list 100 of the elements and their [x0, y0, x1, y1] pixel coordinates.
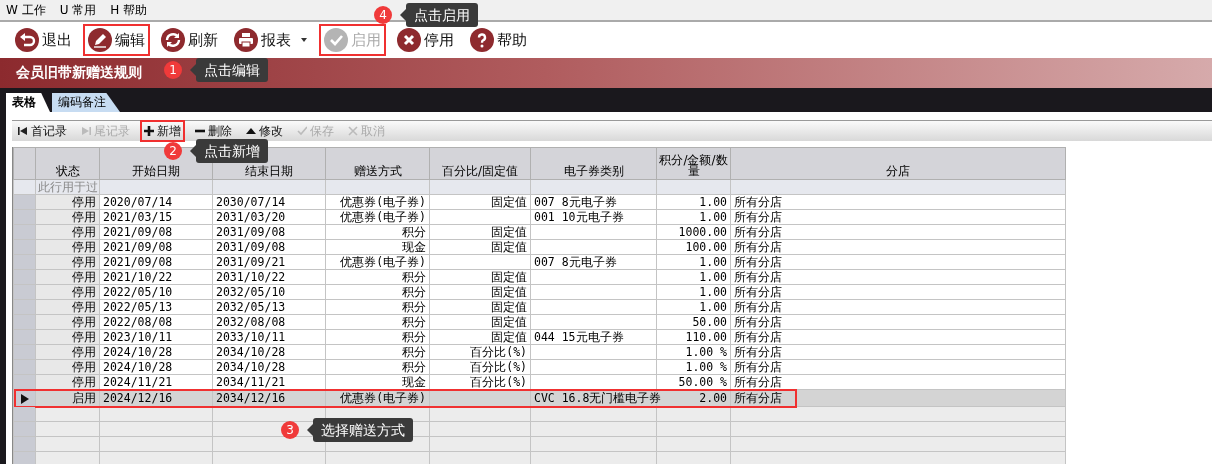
table-cell: 2032/05/10	[212, 284, 326, 300]
table-cell: 积分	[325, 329, 430, 345]
table-row[interactable]: 停用 2024/10/28 2034/10/28 积分 百分比(%) 1.00 % 所有分店	[13, 359, 1066, 375]
tooltip: 点击启用	[400, 3, 478, 27]
table-cell: 固定值	[429, 224, 531, 240]
table-cell: 50.00	[656, 314, 731, 330]
table-cell: 2030/07/14	[212, 194, 326, 210]
table-row[interactable]: 停用 2023/10/11 2033/10/11 积分 固定值 044 15元电子券 110.00 所有分店	[13, 329, 1066, 345]
table-row[interactable]: 停用 2021/09/08 2031/09/08 现金 固定值 100.00 所有分店	[13, 239, 1066, 255]
plus-icon	[144, 126, 154, 136]
table-cell: 所有分店	[730, 344, 1066, 360]
table-cell: 固定值	[429, 239, 531, 255]
table-cell: 1.00	[656, 254, 731, 270]
grid-toolbar-button[interactable]: 删除	[191, 120, 236, 142]
table-cell: 007 8元电子券	[530, 194, 657, 210]
table-cell: 所有分店	[730, 224, 1066, 240]
current-row-icon	[20, 394, 29, 404]
table-cell: 2021/10/22	[99, 269, 213, 285]
table-row[interactable]: 停用 2021/10/22 2031/10/22 积分 固定值 1.00 所有分店	[13, 269, 1066, 285]
column-header[interactable]: 百分比/固定值	[429, 147, 531, 180]
table-cell: 2023/10/11	[99, 329, 213, 345]
table-cell: 2024/10/28	[99, 344, 213, 360]
table-cell: 2022/05/10	[99, 284, 213, 300]
table-cell: 2022/08/08	[99, 314, 213, 330]
table-cell: 优惠券(电子券)	[325, 209, 430, 225]
menu-item[interactable]: U 常用	[59, 1, 97, 19]
column-header[interactable]: 状态	[35, 147, 100, 180]
table-cell: 积分	[325, 299, 430, 315]
tab[interactable]: 表格	[6, 93, 50, 112]
table-cell: 2020/07/14	[99, 194, 213, 210]
table-cell: 2031/09/21	[212, 254, 326, 270]
pencil-icon	[88, 28, 112, 52]
table-cell: 积分	[325, 344, 430, 360]
tab[interactable]: 编码备注	[52, 93, 120, 112]
toolbar-button[interactable]: 编辑	[83, 24, 150, 56]
table-cell: 所有分店	[730, 209, 1066, 225]
table-cell: 固定值	[429, 299, 531, 315]
table-cell: 固定值	[429, 269, 531, 285]
table-cell: 2032/05/13	[212, 299, 326, 315]
table-cell: 2031/03/20	[212, 209, 326, 225]
table-cell: 固定值	[429, 314, 531, 330]
table-cell: 所有分店	[730, 269, 1066, 285]
toolbar-button[interactable]: 报表	[229, 24, 313, 56]
check-icon	[324, 28, 348, 52]
column-header[interactable]: 赠送方式	[325, 147, 430, 180]
table-cell: 所有分店	[730, 299, 1066, 315]
menu-item[interactable]: W 工作	[6, 1, 46, 19]
table-cell: 1.00	[656, 209, 731, 225]
table-row[interactable]: 停用 2021/09/08 2031/09/08 积分 固定值 1000.00 所有分店	[13, 224, 1066, 240]
table-row[interactable]: 停用 2021/03/15 2031/03/20 优惠券(电子券) 001 10元电子券 1.00 所有分店	[13, 209, 1066, 225]
table-cell: 1.00 %	[656, 359, 731, 375]
triangle-up-icon	[246, 126, 256, 136]
corner-cell	[13, 147, 36, 180]
menu-item[interactable]: H 帮助	[110, 1, 148, 19]
table-cell: 所有分店	[730, 254, 1066, 270]
table-cell: 2033/10/11	[212, 329, 326, 345]
check-icon	[297, 126, 307, 136]
table-row[interactable]: 停用 2022/05/13 2032/05/13 积分 固定值 1.00 所有分店	[13, 299, 1066, 315]
column-header[interactable]: 电子券类别	[530, 147, 657, 180]
table-cell: 百分比(%)	[429, 359, 531, 375]
table-cell: 1.00	[656, 284, 731, 300]
column-header[interactable]: 积分/金额/数量	[656, 147, 731, 180]
grid-toolbar-button[interactable]: 修改	[242, 120, 287, 142]
table-cell: 所有分店	[730, 314, 1066, 330]
table-row[interactable]: 停用 2021/09/08 2031/09/21 优惠券(电子券) 007 8元电子券 1.00 所有分店	[13, 254, 1066, 270]
help-icon	[470, 28, 494, 52]
table-cell: 2031/10/22	[212, 269, 326, 285]
table-cell: 积分	[325, 269, 430, 285]
table-cell: 所有分店	[730, 359, 1066, 375]
table-cell: 2022/05/13	[99, 299, 213, 315]
table-row[interactable]: 停用 2022/05/10 2032/05/10 积分 固定值 1.00 所有分店	[13, 284, 1066, 300]
grid-toolbar-button[interactable]: 首记录	[14, 120, 71, 142]
page-title: 会员旧带新赠送规则	[16, 64, 142, 82]
table-cell: 1.00	[656, 299, 731, 315]
table-cell: 优惠券(电子券)	[325, 194, 430, 210]
toolbar-button[interactable]: 刷新	[156, 24, 223, 56]
table-row[interactable]: 停用 2024/10/28 2034/10/28 积分 百分比(%) 1.00 % 所有分店	[13, 344, 1066, 360]
close-icon	[397, 28, 421, 52]
table-cell: 2034/10/28	[212, 359, 326, 375]
table-row[interactable]: 停用 2024/11/21 2034/11/21 现金 百分比(%) 50.00 % 所有分店	[13, 374, 1066, 390]
table-cell: 2032/08/08	[212, 314, 326, 330]
table-cell: 固定值	[429, 284, 531, 300]
table-cell: 110.00	[656, 329, 731, 345]
table-cell: 积分	[325, 359, 430, 375]
table-cell: 积分	[325, 224, 430, 240]
printer-icon	[234, 28, 258, 52]
table-cell: 所有分店	[730, 284, 1066, 300]
toolbar-button[interactable]: 退出	[10, 24, 77, 56]
table-cell: 2021/03/15	[99, 209, 213, 225]
grid-toolbar-button[interactable]: 新增	[140, 120, 185, 142]
table-cell: 1.00	[656, 269, 731, 285]
table-cell: 百分比(%)	[429, 344, 531, 360]
table-row[interactable]: 停用 2022/08/08 2032/08/08 积分 固定值 50.00 所有分店	[13, 314, 1066, 330]
table-cell: 2031/09/08	[212, 224, 326, 240]
table-row[interactable]: 停用 2020/07/14 2030/07/14 优惠券(电子券) 固定值 007 8元电子券 1.00 所有分店	[13, 194, 1066, 210]
column-header[interactable]: 分店	[730, 147, 1066, 180]
table-cell: 2034/10/28	[212, 344, 326, 360]
toolbar-button[interactable]: 帮助	[465, 24, 532, 56]
close-icon	[348, 126, 358, 136]
last-record-icon	[81, 126, 91, 136]
